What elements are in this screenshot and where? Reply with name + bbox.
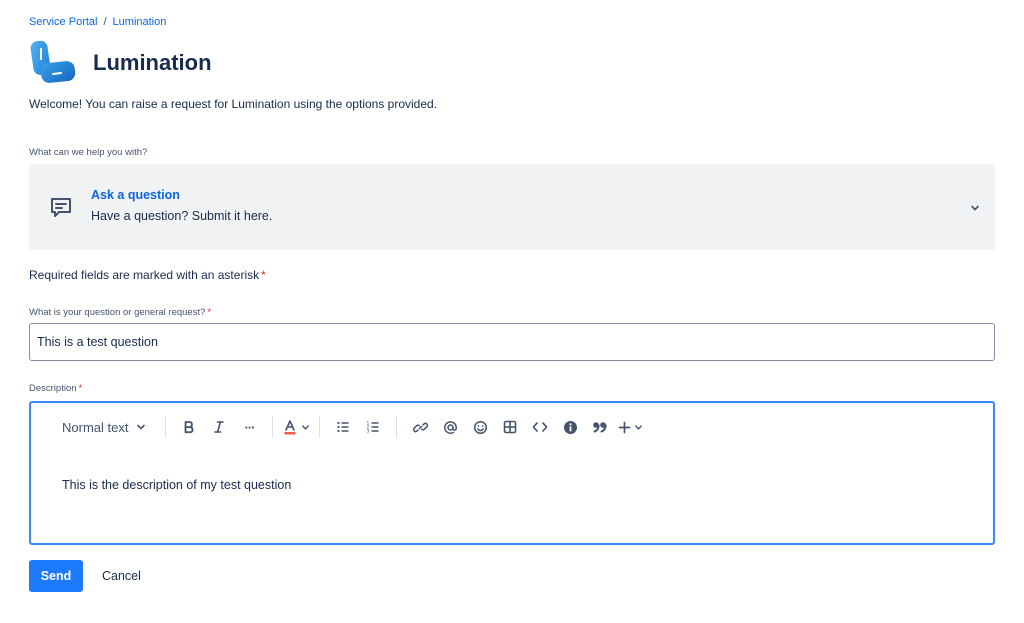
quote-icon	[593, 422, 608, 433]
code-button[interactable]	[526, 413, 554, 441]
question-required-asterisk: *	[207, 307, 212, 318]
italic-icon	[214, 421, 225, 433]
info-icon	[563, 420, 577, 434]
toolbar-divider	[319, 416, 321, 438]
breadcrumb-lumination[interactable]: Lumination	[113, 15, 167, 29]
chevron-down-icon	[635, 424, 642, 430]
chevron-down-icon	[302, 424, 309, 430]
question-label-text: What is your question or general request…	[29, 307, 206, 318]
description-field-label: Description *	[29, 383, 82, 395]
editor-toolbar: Normal text ··· 1 2 3	[31, 411, 645, 443]
insert-more-button[interactable]	[616, 413, 644, 441]
chat-icon	[49, 195, 73, 219]
toolbar-divider	[396, 416, 398, 438]
request-type-label: What can we help you with?	[29, 147, 148, 158]
required-asterisk: *	[261, 268, 266, 282]
request-type-selector[interactable]: Ask a question Have a question? Submit i…	[29, 164, 995, 250]
text-color-icon	[284, 420, 296, 435]
chevron-down-icon[interactable]	[969, 201, 981, 213]
link-button[interactable]	[406, 413, 434, 441]
question-field-label: What is your question or general request…	[29, 307, 211, 319]
lumination-logo-icon	[29, 39, 77, 87]
service-portal-request-page: Service Portal / Lumination Lumination W…	[0, 0, 1024, 623]
breadcrumb: Service Portal / Lumination	[29, 15, 166, 29]
plus-icon	[618, 421, 631, 433]
table-button[interactable]	[496, 413, 524, 441]
bold-button[interactable]	[175, 413, 203, 441]
cancel-button[interactable]: Cancel	[92, 560, 151, 592]
bullet-list-icon	[337, 421, 349, 433]
toolbar-divider	[272, 416, 274, 438]
more-icon: ···	[244, 419, 255, 435]
emoji-icon	[473, 420, 488, 434]
toolbar-divider	[165, 416, 167, 438]
request-type-title: Ask a question	[91, 188, 180, 202]
required-fields-note: Required fields are marked with an aster…	[29, 268, 266, 282]
quote-button[interactable]	[586, 413, 614, 441]
description-required-asterisk: *	[78, 383, 83, 394]
description-editor[interactable]: Normal text ··· 1 2 3 This is the descri…	[29, 401, 995, 545]
bullet-list-button[interactable]	[329, 413, 357, 441]
table-icon	[504, 420, 517, 434]
numbered-list-button[interactable]: 1 2 3	[359, 413, 387, 441]
page-title: Lumination	[93, 50, 212, 75]
required-note-text: Required fields are marked with an aster…	[29, 268, 260, 282]
numbered-list-icon: 1 2 3	[367, 421, 379, 435]
italic-button[interactable]	[205, 413, 233, 441]
chevron-down-icon	[137, 424, 146, 430]
mention-button[interactable]	[436, 413, 464, 441]
breadcrumb-separator: /	[103, 16, 107, 28]
send-button[interactable]: Send	[29, 560, 83, 592]
mention-icon	[444, 420, 457, 434]
text-style-label: Normal text	[62, 419, 129, 435]
request-type-description: Have a question? Submit it here.	[91, 209, 273, 223]
link-icon	[412, 422, 428, 432]
more-formatting-button[interactable]: ···	[235, 413, 263, 441]
description-label-text: Description	[29, 383, 77, 394]
question-input[interactable]	[29, 323, 995, 361]
bold-icon	[185, 421, 194, 434]
text-style-dropdown[interactable]: Normal text	[52, 413, 156, 441]
description-editor-content[interactable]: This is the description of my test quest…	[62, 478, 291, 492]
breadcrumb-service-portal[interactable]: Service Portal	[29, 15, 97, 29]
emoji-button[interactable]	[466, 413, 494, 441]
text-color-button[interactable]	[282, 413, 310, 441]
portal-header: Lumination	[29, 38, 212, 88]
info-panel-button[interactable]	[556, 413, 584, 441]
svg-text:3: 3	[367, 429, 370, 435]
welcome-message: Welcome! You can raise a request for Lum…	[29, 97, 438, 111]
code-icon	[533, 422, 548, 432]
